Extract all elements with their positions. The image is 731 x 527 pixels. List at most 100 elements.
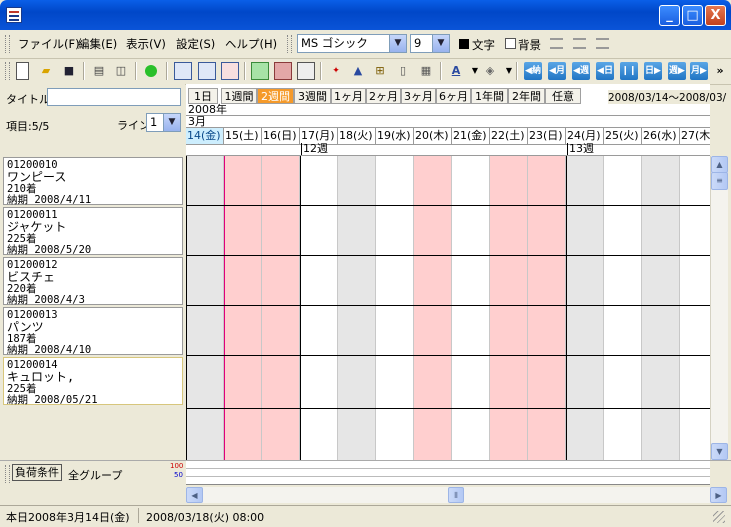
hierarchy-icon[interactable]: ⊞ (371, 62, 389, 80)
align-left-icon[interactable] (550, 38, 563, 49)
tab-custom[interactable]: 任意 (545, 88, 581, 104)
day-column[interactable] (300, 156, 338, 460)
day-header[interactable]: 25(火) (604, 128, 642, 144)
layout-2-icon[interactable] (198, 62, 216, 80)
menu-help[interactable]: ヘルプ(H) (225, 36, 277, 52)
new-file-icon[interactable] (16, 62, 29, 80)
scroll-down-button[interactable]: ▼ (711, 443, 728, 460)
maximize-button[interactable]: □ (682, 5, 703, 26)
tab-2-weeks[interactable]: 2週間 (257, 88, 294, 104)
print-preview-icon[interactable]: ◫ (112, 62, 130, 80)
day-column[interactable] (642, 156, 680, 460)
nav-next-month-icon[interactable]: 月▶ (690, 62, 708, 80)
load-condition-button[interactable]: 負荷条件 (12, 464, 62, 481)
list-item[interactable]: 01200013 パンツ 187着 納期 2008/4/10 (3, 307, 183, 356)
day-column[interactable] (452, 156, 490, 460)
nav-prev-week-icon[interactable]: ◀週 (572, 62, 590, 80)
bar-green-icon[interactable] (251, 62, 269, 80)
font-select[interactable]: MS ゴシック ▼ (297, 34, 407, 53)
day-column[interactable] (566, 156, 604, 460)
resize-grip-icon[interactable] (713, 511, 725, 523)
tab-2-months[interactable]: 2ヶ月 (366, 88, 401, 104)
toolbar-grip[interactable] (5, 35, 10, 53)
day-column-weekend[interactable] (490, 156, 528, 460)
day-column[interactable] (338, 156, 376, 460)
fill-color-icon[interactable]: ◈ (481, 62, 499, 80)
capture-icon[interactable] (297, 62, 315, 80)
nav-today-icon[interactable]: ❙❙ (620, 62, 638, 80)
day-header[interactable]: 23(日) (528, 128, 566, 144)
link-icon[interactable]: ✦ (327, 62, 345, 80)
title-input[interactable] (47, 88, 181, 106)
day-header[interactable]: 19(水) (376, 128, 414, 144)
day-header[interactable]: 26(水) (642, 128, 680, 144)
menu-settings[interactable]: 設定(S) (176, 36, 215, 52)
open-folder-icon[interactable]: ▰ (37, 62, 55, 80)
day-header[interactable]: 16(日) (262, 128, 300, 144)
line-select[interactable]: 1 ▼ (146, 113, 181, 132)
menu-view[interactable]: 表示(V) (126, 36, 166, 52)
list-item-selected[interactable]: 01200014 キュロット, 225着 納期 2008/05/21 (3, 357, 183, 406)
list-item[interactable]: 01200011 ジャケット 225着 納期 2008/5/20 (3, 207, 183, 256)
menu-file[interactable]: ファイル(F) (18, 36, 80, 52)
tab-1-week[interactable]: 1週間 (221, 88, 257, 104)
scroll-left-button[interactable]: ◀ (186, 487, 203, 503)
toolbar-grip[interactable] (5, 465, 10, 483)
tab-1-day[interactable]: 1日 (188, 88, 218, 104)
list-item[interactable]: 01200010 ワンピース 210着 納期 2008/4/11 (3, 157, 183, 206)
nav-prev-month-icon[interactable]: ◀月 (548, 62, 566, 80)
save-icon[interactable]: ■ (60, 62, 78, 80)
tab-1-month[interactable]: 1ヶ月 (331, 88, 366, 104)
layout-1-icon[interactable] (174, 62, 192, 80)
day-column-weekend[interactable] (528, 156, 566, 460)
tab-2-years[interactable]: 2年間 (508, 88, 545, 104)
day-column[interactable] (186, 156, 224, 460)
day-column[interactable] (376, 156, 414, 460)
table-icon[interactable]: ▦ (417, 62, 435, 80)
chevron-down-icon[interactable]: ▼ (163, 114, 180, 131)
scroll-up-button[interactable]: ▲ (711, 156, 728, 173)
font-color-icon[interactable]: A (447, 62, 465, 80)
triangle-icon[interactable]: ▲ (349, 62, 367, 80)
align-center-icon[interactable] (573, 38, 586, 49)
horizontal-scrollbar[interactable]: ◀ ⦀ ▶ (186, 487, 727, 503)
day-header[interactable]: 18(火) (338, 128, 376, 144)
day-column[interactable] (604, 156, 642, 460)
chevron-down-icon[interactable]: ▼ (432, 35, 449, 52)
load-graph[interactable] (186, 461, 710, 485)
app-icon[interactable] (6, 7, 22, 23)
menu-edit[interactable]: 編集(E) (78, 36, 117, 52)
layout-3-icon[interactable] (221, 62, 239, 80)
day-header-today[interactable]: 14(金) (186, 128, 224, 144)
day-header[interactable]: 20(木) (414, 128, 452, 144)
scroll-right-button[interactable]: ▶ (710, 487, 727, 503)
toolbar-overflow-icon[interactable]: » (711, 62, 729, 80)
font-size-select[interactable]: 9 ▼ (410, 34, 450, 53)
day-column-weekend[interactable] (224, 156, 262, 460)
day-column[interactable] (680, 156, 710, 460)
scroll-thumb[interactable]: ⦀ (448, 487, 464, 503)
day-header[interactable]: 22(土) (490, 128, 528, 144)
text-color-checkbox[interactable] (459, 39, 469, 49)
list-item[interactable]: 01200012 ビスチェ 220着 納期 2008/4/3 (3, 257, 183, 306)
day-column-weekend[interactable] (262, 156, 300, 460)
tab-1-year[interactable]: 1年間 (471, 88, 508, 104)
tab-3-weeks[interactable]: 3週間 (294, 88, 331, 104)
day-header[interactable]: 21(金) (452, 128, 490, 144)
day-header[interactable]: 15(土) (224, 128, 262, 144)
day-column-holiday[interactable] (414, 156, 452, 460)
print-icon[interactable]: ▤ (90, 62, 108, 80)
tab-6-months[interactable]: 6ヶ月 (436, 88, 471, 104)
align-right-icon[interactable] (596, 38, 609, 49)
nav-next-week-icon[interactable]: 週▶ (668, 62, 686, 80)
nav-next-day-icon[interactable]: 日▶ (644, 62, 662, 80)
close-button[interactable]: X (705, 5, 726, 26)
toolbar-grip[interactable] (5, 62, 10, 80)
nav-prev-day-icon[interactable]: ◀日 (596, 62, 614, 80)
minimize-button[interactable]: _ (659, 5, 680, 26)
tab-3-months[interactable]: 3ヶ月 (401, 88, 436, 104)
green-dot-icon[interactable] (142, 62, 160, 80)
nav-prev-due-icon[interactable]: ◀納 (524, 62, 542, 80)
chevron-down-icon[interactable]: ▼ (389, 35, 406, 52)
toolbar-grip[interactable] (287, 35, 292, 53)
